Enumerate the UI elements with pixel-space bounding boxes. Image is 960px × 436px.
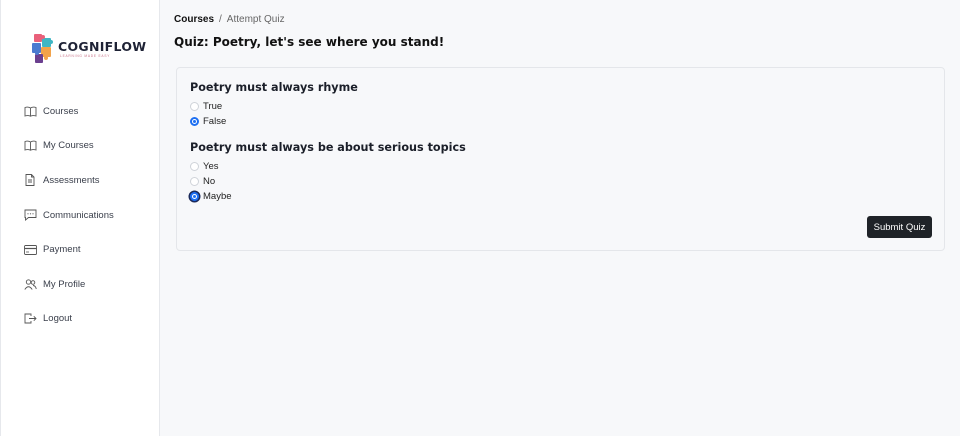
radio-button-selected[interactable] xyxy=(190,117,199,126)
sidebar-item-assessments[interactable]: Assessments xyxy=(23,163,114,198)
radio-button-selected[interactable] xyxy=(190,192,199,201)
option-label: True xyxy=(203,101,223,112)
sidebar-item-label: Courses xyxy=(43,105,79,117)
brand-name: COGNIFLOW xyxy=(58,39,147,54)
sidebar-item-my-courses[interactable]: My Courses xyxy=(23,129,114,164)
sidebar: COGNIFLOW LEARNING MADE EASY Courses My … xyxy=(0,0,160,436)
option-label: False xyxy=(203,116,227,127)
option-false[interactable]: False xyxy=(190,114,358,129)
credit-card-icon xyxy=(23,243,37,257)
breadcrumb-separator: / xyxy=(219,14,222,25)
sidebar-item-label: Payment xyxy=(43,244,81,256)
question-1: Poetry must always rhyme True False xyxy=(190,81,358,129)
breadcrumb: Courses / Attempt Quiz xyxy=(174,14,285,25)
sidebar-item-communications[interactable]: Communications xyxy=(23,198,114,233)
option-label: Maybe xyxy=(203,191,232,202)
chat-icon xyxy=(23,208,37,222)
sidebar-nav: Courses My Courses Assessments Communica… xyxy=(23,94,114,336)
option-maybe[interactable]: Maybe xyxy=(190,189,466,204)
sidebar-item-courses[interactable]: Courses xyxy=(23,94,114,129)
radio-button[interactable] xyxy=(190,177,199,186)
option-true[interactable]: True xyxy=(190,99,358,114)
option-no[interactable]: No xyxy=(190,174,466,189)
puzzle-logo-icon xyxy=(31,32,55,66)
option-label: Yes xyxy=(203,161,219,172)
sidebar-item-label: Communications xyxy=(43,209,114,221)
book-open-icon xyxy=(23,139,37,153)
breadcrumb-current: Attempt Quiz xyxy=(226,14,285,25)
radio-button[interactable] xyxy=(190,102,199,111)
sidebar-item-label: Logout xyxy=(43,313,73,325)
sidebar-item-label: My Profile xyxy=(43,278,86,290)
quiz-card: Poetry must always rhyme True False Poet… xyxy=(176,67,945,251)
breadcrumb-courses-link[interactable]: Courses xyxy=(174,14,214,25)
book-open-icon xyxy=(23,104,37,118)
logout-icon xyxy=(23,312,37,326)
logo[interactable]: COGNIFLOW LEARNING MADE EASY xyxy=(31,32,146,66)
brand-tagline: LEARNING MADE EASY xyxy=(60,54,111,58)
option-yes[interactable]: Yes xyxy=(190,159,466,174)
radio-button[interactable] xyxy=(190,162,199,171)
option-label: No xyxy=(203,176,216,187)
sidebar-item-label: My Courses xyxy=(43,140,94,152)
submit-quiz-button[interactable]: Submit Quiz xyxy=(867,216,932,238)
sidebar-item-label: Assessments xyxy=(43,174,100,186)
page-title: Quiz: Poetry, let's see where you stand! xyxy=(174,35,445,49)
document-icon xyxy=(23,173,37,187)
question-title: Poetry must always rhyme xyxy=(190,81,358,94)
sidebar-item-logout[interactable]: Logout xyxy=(23,302,114,337)
question-2: Poetry must always be about serious topi… xyxy=(190,141,466,204)
sidebar-item-my-profile[interactable]: My Profile xyxy=(23,267,114,302)
question-title: Poetry must always be about serious topi… xyxy=(190,141,466,154)
sidebar-item-payment[interactable]: Payment xyxy=(23,232,114,267)
users-icon xyxy=(23,277,37,291)
